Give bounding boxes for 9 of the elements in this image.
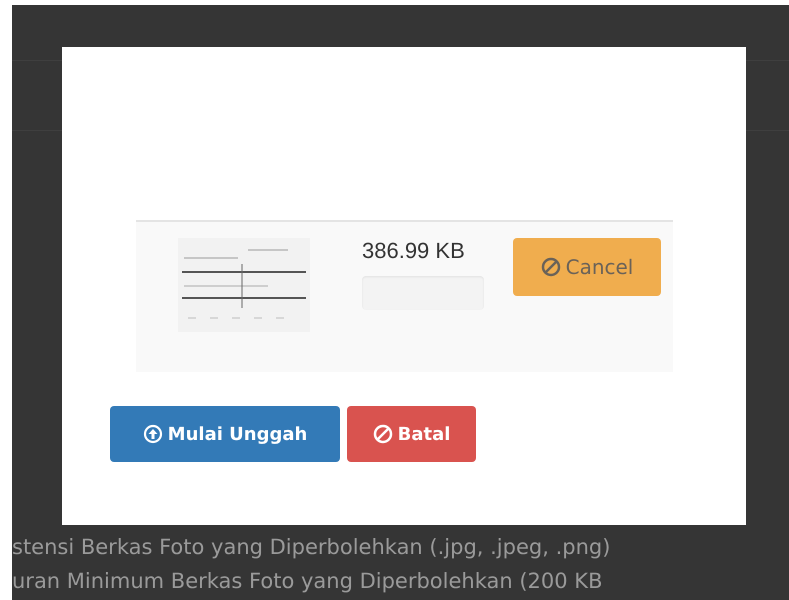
background-text: stensi Berkas Foto yang Diperbolehkan (.jpg, .jpeg, .png) [12,535,612,559]
start-upload-button[interactable]: Mulai Unggah [110,406,340,462]
file-size: 386.99 KB [362,238,466,264]
cancel-button[interactable]: Cancel [513,238,661,296]
ban-icon [372,424,393,444]
background-text: uran Minimum Berkas Foto yang Diperbolehkan (200 KB [12,569,604,593]
cancel-all-button[interactable]: Batal [347,406,476,462]
ban-icon [540,257,561,277]
upload-icon [142,424,163,444]
